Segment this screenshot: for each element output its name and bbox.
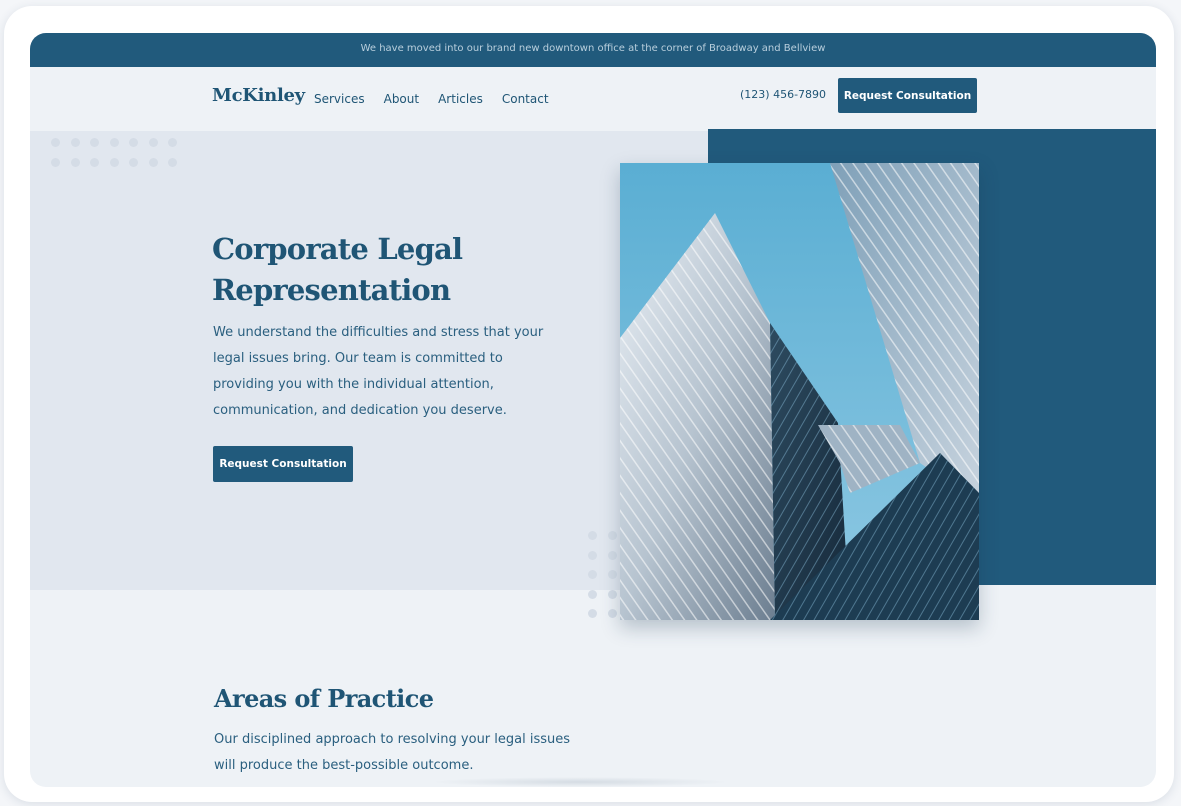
decorative-dot bbox=[168, 158, 177, 167]
practice-section-description: Our disciplined approach to resolving yo… bbox=[214, 732, 571, 773]
request-consultation-button-hero[interactable]: Request Consultation bbox=[213, 446, 353, 482]
nav-link-about[interactable]: About bbox=[384, 92, 419, 106]
decorative-dot bbox=[70, 158, 80, 167]
decorative-dot bbox=[90, 158, 99, 167]
request-consultation-button-nav[interactable]: Request Consultation bbox=[838, 78, 977, 113]
decorative-dot bbox=[607, 589, 617, 599]
decorative-dot bbox=[588, 589, 597, 599]
top-navigation: McKinley Services About Articles Contact… bbox=[30, 67, 1156, 131]
decorative-dot bbox=[129, 158, 138, 167]
decorative-dot bbox=[588, 531, 597, 540]
decorative-dot bbox=[168, 138, 177, 147]
nav-link-services[interactable]: Services bbox=[314, 92, 365, 106]
decorative-dot bbox=[148, 138, 158, 147]
card-shadow bbox=[430, 777, 730, 787]
decorative-dot bbox=[148, 158, 158, 167]
decorative-dot bbox=[70, 138, 80, 147]
hero-title: Corporate Legal Representation bbox=[212, 232, 463, 307]
nav-link-contact[interactable]: Contact bbox=[502, 92, 549, 106]
nav-link-articles[interactable]: Articles bbox=[438, 92, 483, 106]
practice-section-title: Areas of Practice bbox=[214, 684, 434, 713]
decorative-dot bbox=[129, 138, 138, 147]
decorative-dot bbox=[109, 138, 119, 147]
decorative-dot bbox=[109, 158, 119, 167]
site-logo[interactable]: McKinley bbox=[212, 85, 305, 106]
decorative-dot bbox=[588, 570, 597, 579]
decorative-dot bbox=[90, 138, 99, 147]
hero-building-image bbox=[620, 163, 979, 620]
decorative-dot bbox=[607, 570, 617, 579]
decorative-dot bbox=[51, 158, 60, 167]
browser-viewport: We have moved into our brand new downtow… bbox=[30, 33, 1156, 787]
decorative-dot bbox=[607, 531, 617, 540]
decorative-dot bbox=[588, 550, 597, 560]
decorative-dot-grid-top bbox=[51, 138, 177, 167]
decorative-dot bbox=[51, 138, 60, 147]
hero-description: We understand the difficulties and stres… bbox=[213, 325, 544, 418]
phone-number-link[interactable]: (123) 456-7890 bbox=[740, 88, 826, 101]
decorative-dot bbox=[607, 609, 617, 618]
device-frame: We have moved into our brand new downtow… bbox=[4, 6, 1174, 802]
decorative-dot bbox=[588, 609, 597, 618]
decorative-dot bbox=[607, 550, 617, 560]
announcement-bar: We have moved into our brand new downtow… bbox=[30, 33, 1156, 67]
nav-links: Services About Articles Contact bbox=[314, 92, 549, 106]
